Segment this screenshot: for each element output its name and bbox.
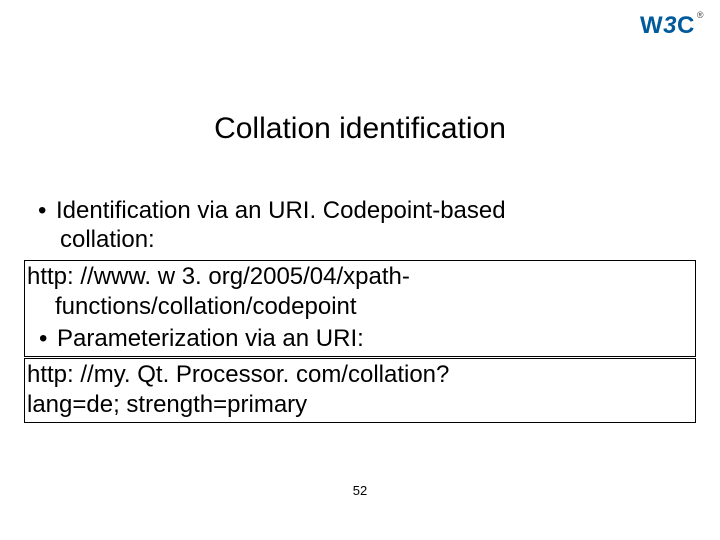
uri-box-1: http: //www. w 3. org/2005/04/xpath- fun… (24, 260, 696, 357)
uri-box-2-line1: http: //my. Qt. Processor. com/collation… (27, 360, 693, 390)
uri-box-2: http: //my. Qt. Processor. com/collation… (24, 358, 696, 423)
uri-box-1-line2: functions/collation/codepoint (27, 292, 693, 322)
bullet-dot: • (38, 196, 56, 226)
bullet-1: •Identification via an URI. Codepoint-ba… (38, 196, 678, 226)
bullet-dot: • (39, 324, 57, 354)
bullet-1-text-line2: collation: (60, 226, 155, 254)
bullet-1-text-line1: Identification via an URI. Codepoint-bas… (56, 197, 506, 224)
page-number: 52 (0, 483, 720, 498)
uri-box-2-line2: lang=de; strength=primary (27, 390, 693, 420)
uri-box-1-line1: http: //www. w 3. org/2005/04/xpath- (27, 262, 693, 292)
bullet-2-text: Parameterization via an URI: (57, 325, 364, 352)
logo-text: W3C (640, 12, 695, 39)
registered-mark: ® (697, 10, 704, 20)
slide-title: Collation identification (0, 112, 720, 146)
bullet-2: •Parameterization via an URI: (27, 324, 693, 354)
w3c-logo: W3C® (640, 12, 702, 40)
